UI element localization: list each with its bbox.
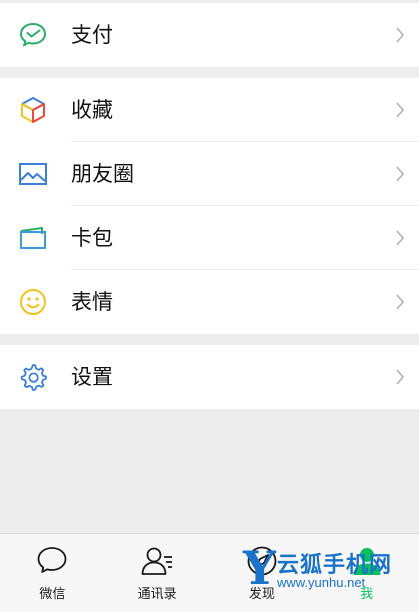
- watermark-logo: Y 云狐手机网 www.yunhu.net: [243, 545, 413, 597]
- menu-item-favorites[interactable]: 收藏: [0, 78, 419, 142]
- tab-chats[interactable]: 微信: [0, 534, 105, 612]
- chevron-right-icon: [396, 294, 405, 310]
- menu-item-moments[interactable]: 朋友圈: [0, 142, 419, 206]
- group-pay: 支付: [0, 3, 419, 67]
- group-content: 收藏 朋友圈 卡包 表情: [0, 78, 419, 334]
- gear-icon: [20, 364, 47, 391]
- menu-label-pay: 支付: [71, 22, 113, 47]
- group-gap: [0, 67, 419, 78]
- menu-item-settings[interactable]: 设置: [0, 345, 419, 409]
- tab-label-chats: 微信: [39, 587, 66, 602]
- menu-label-cards: 卡包: [71, 225, 113, 250]
- menu-label-settings: 设置: [71, 364, 113, 389]
- menu-label-favorites: 收藏: [71, 97, 113, 122]
- tab-label-contacts: 通讯录: [137, 587, 177, 602]
- wechat-pay-icon: [19, 22, 47, 47]
- smiley-icon: [20, 289, 46, 315]
- menu-item-cards[interactable]: 卡包: [0, 206, 419, 270]
- chat-bubble-icon: [37, 547, 67, 573]
- chevron-right-icon: [396, 166, 405, 182]
- chevron-right-icon: [396, 230, 405, 246]
- card-icon: [20, 227, 46, 249]
- group-gap: [0, 334, 419, 345]
- chevron-right-icon: [396, 27, 405, 43]
- contacts-icon: [141, 547, 173, 575]
- menu-item-stickers[interactable]: 表情: [0, 270, 419, 334]
- watermark-url: www.yunhu.net: [277, 575, 366, 590]
- watermark-letter: Y: [243, 541, 276, 595]
- cube-icon: [21, 97, 45, 123]
- menu-label-stickers: 表情: [71, 289, 113, 314]
- menu-label-moments: 朋友圈: [71, 161, 134, 186]
- menu-item-pay[interactable]: 支付: [0, 3, 419, 67]
- picture-icon: [19, 163, 47, 185]
- chevron-right-icon: [396, 102, 405, 118]
- chevron-right-icon: [396, 369, 405, 385]
- group-settings: 设置: [0, 345, 419, 409]
- tab-contacts[interactable]: 通讯录: [105, 534, 210, 612]
